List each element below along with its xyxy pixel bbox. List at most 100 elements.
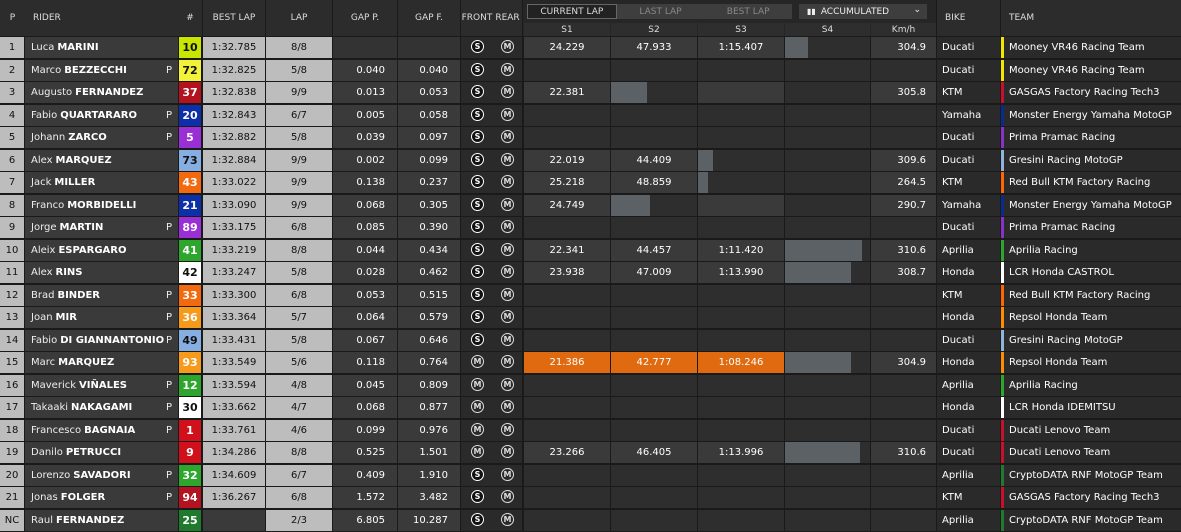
laps-cell: 6/7 xyxy=(266,104,332,126)
rider-name-cell[interactable]: Danilo PETRUCCI xyxy=(25,442,178,463)
rider-name-cell[interactable]: Fabio QUARTARARO P xyxy=(25,104,178,126)
rider-name-cell[interactable]: Alex MARQUEZ xyxy=(25,149,178,171)
table-row[interactable]: 2 Marco BEZZECCHI P 72 1:32.825 5/8 0.04… xyxy=(0,59,1181,82)
position-cell: 11 xyxy=(0,262,24,283)
gap-f-cell: 0.040 xyxy=(398,59,460,81)
live-timing-screen: P RIDER # BEST LAP LAP GAP P. GAP F. FRO… xyxy=(0,0,1181,531)
sector-3-cell: 1:13.990 xyxy=(698,262,784,283)
rear-tyre-icon: M xyxy=(501,467,514,481)
speed-cell xyxy=(871,59,936,81)
rider-name-cell[interactable]: Fabio DI GIANNANTONIO P xyxy=(25,329,178,351)
header-bike[interactable]: BIKE xyxy=(937,0,1000,36)
rider-name-cell[interactable]: Marco BEZZECCHI P xyxy=(25,59,178,81)
header-best-lap[interactable]: BEST LAP xyxy=(203,0,265,36)
rider-name-cell[interactable]: Jack MILLER xyxy=(25,172,178,193)
table-row[interactable]: 13 Joan MIR P 36 1:33.364 5/7 0.064 0.57… xyxy=(0,307,1181,329)
rider-first-name: Jorge xyxy=(31,222,57,233)
header-gap-f[interactable]: GAP F. xyxy=(398,0,460,36)
table-row[interactable]: 20 Lorenzo SAVADORI P 32 1:34.609 6/7 0.… xyxy=(0,464,1181,487)
rider-name-cell[interactable]: Johann ZARCO P xyxy=(25,127,178,148)
tab-best-lap[interactable]: BEST LAP xyxy=(704,4,792,19)
table-row[interactable]: NC Raul FERNANDEZ 25 2/3 6.805 10.287 S … xyxy=(0,509,1181,532)
rider-name-cell[interactable]: Marc MARQUEZ xyxy=(25,352,178,373)
table-row[interactable]: 12 Brad BINDER P 33 1:33.300 6/8 0.053 0… xyxy=(0,284,1181,307)
rear-tyre-icon: M xyxy=(501,332,514,346)
tyre-cell: S M xyxy=(461,172,522,193)
gap-p-cell: 0.028 xyxy=(333,262,397,283)
tab-last-lap[interactable]: LAST LAP xyxy=(617,4,705,19)
rider-name-cell[interactable]: Jonas FOLGER P xyxy=(25,487,178,508)
rider-name-cell[interactable]: Jorge MARTIN P xyxy=(25,217,178,238)
rear-tyre-icon: M xyxy=(501,62,514,76)
team-color-stripe xyxy=(1001,194,1004,216)
tab-current-lap[interactable]: CURRENT LAP xyxy=(527,4,617,19)
table-row[interactable]: 18 Francesco BAGNAIA P 1 1:33.761 4/6 0.… xyxy=(0,419,1181,442)
sector-3-progress-bar xyxy=(698,149,713,171)
header-rear[interactable]: REAR xyxy=(493,0,522,36)
rider-name-cell[interactable]: Lorenzo SAVADORI P xyxy=(25,464,178,486)
table-row[interactable]: 1 Luca MARINI 10 1:32.785 8/8 S M 24.229… xyxy=(0,37,1181,59)
sector-1-cell: 21.386 xyxy=(524,352,610,373)
rear-tyre-icon: M xyxy=(501,220,514,233)
bike-cell: Honda xyxy=(937,397,1000,418)
speed-cell xyxy=(871,509,936,531)
sector-3-time: 1:13.996 xyxy=(718,447,764,458)
penalty-badge: P xyxy=(165,312,172,323)
header-gap-p[interactable]: GAP P. xyxy=(333,0,397,36)
rear-tyre-icon: M xyxy=(501,265,514,278)
rider-name-cell[interactable]: Raul FERNANDEZ xyxy=(25,509,178,531)
rider-name-cell[interactable]: Brad BINDER P xyxy=(25,284,178,306)
header-number[interactable]: # xyxy=(178,0,202,36)
tyre-cell: M M xyxy=(461,374,522,396)
rider-name-cell[interactable]: Francesco BAGNAIA P xyxy=(25,419,178,441)
rider-first-name: Fabio xyxy=(31,334,58,346)
header-team[interactable]: TEAM xyxy=(1001,0,1181,36)
table-row[interactable]: 9 Jorge MARTIN P 89 1:33.175 6/8 0.085 0… xyxy=(0,217,1181,239)
bike-cell: Yamaha xyxy=(937,104,1000,126)
gap-p-cell: 0.040 xyxy=(333,59,397,81)
table-row[interactable]: 3 Augusto FERNANDEZ 37 1:32.838 9/9 0.01… xyxy=(0,82,1181,104)
rider-name-cell[interactable]: Augusto FERNANDEZ xyxy=(25,82,178,103)
rider-name-cell[interactable]: Joan MIR P xyxy=(25,307,178,328)
table-row[interactable]: 19 Danilo PETRUCCI 9 1:34.286 8/8 0.525 … xyxy=(0,442,1181,464)
table-row[interactable]: 17 Takaaki NAKAGAMI P 30 1:33.662 4/7 0.… xyxy=(0,397,1181,419)
header-position[interactable]: P xyxy=(0,0,25,36)
gap-f-cell: 0.434 xyxy=(398,239,460,261)
table-row[interactable]: 7 Jack MILLER 43 1:33.022 9/9 0.138 0.23… xyxy=(0,172,1181,194)
table-row[interactable]: 4 Fabio QUARTARARO P 20 1:32.843 6/7 0.0… xyxy=(0,104,1181,127)
sector-4-cell xyxy=(785,127,870,148)
rider-name-cell[interactable]: Maverick VIÑALES P xyxy=(25,374,178,396)
rider-first-name: Marco xyxy=(31,64,62,76)
rider-last-name: MARINI xyxy=(57,42,99,53)
rider-name-cell[interactable]: Luca MARINI xyxy=(25,37,178,58)
sector-3-cell xyxy=(698,397,784,418)
table-row[interactable]: 10 Aleix ESPARGARO 41 1:33.219 8/8 0.044… xyxy=(0,239,1181,262)
header-lap[interactable]: LAP xyxy=(266,0,332,36)
rider-first-name: Raul xyxy=(31,514,53,526)
bike-cell: Honda xyxy=(937,262,1000,283)
bike-cell: Aprilia xyxy=(937,374,1000,396)
table-row[interactable]: 5 Johann ZARCO P 5 1:32.882 5/8 0.039 0.… xyxy=(0,127,1181,149)
sector-mode-dropdown[interactable]: ▮▮ ACCUMULATED ⌄ xyxy=(799,4,927,19)
rider-name-cell[interactable]: Franco MORBIDELLI xyxy=(25,194,178,216)
sector-4-cell xyxy=(785,374,870,396)
header-rider[interactable]: RIDER xyxy=(25,0,178,36)
laps-cell: 8/8 xyxy=(266,239,332,261)
table-row[interactable]: 15 Marc MARQUEZ 93 1:33.549 5/6 0.118 0.… xyxy=(0,352,1181,374)
table-row[interactable]: 14 Fabio DI GIANNANTONIO P 49 1:33.431 5… xyxy=(0,329,1181,352)
table-row[interactable]: 21 Jonas FOLGER P 94 1:36.267 6/8 1.572 … xyxy=(0,487,1181,509)
team-name: Mooney VR46 Racing Team xyxy=(1009,64,1145,76)
laps-cell: 5/8 xyxy=(266,59,332,81)
rider-name-cell[interactable]: Alex RINS xyxy=(25,262,178,283)
table-row[interactable]: 6 Alex MARQUEZ 73 1:32.884 9/9 0.002 0.0… xyxy=(0,149,1181,172)
header-front[interactable]: FRONT xyxy=(461,0,493,36)
rider-name-cell[interactable]: Takaaki NAKAGAMI P xyxy=(25,397,178,418)
sector-2-cell xyxy=(611,329,697,351)
rider-first-name: Takaaki xyxy=(31,402,69,413)
table-row[interactable]: 11 Alex RINS 42 1:33.247 5/8 0.028 0.462… xyxy=(0,262,1181,284)
table-row[interactable]: 8 Franco MORBIDELLI 21 1:33.090 9/9 0.06… xyxy=(0,194,1181,217)
sector-3-cell xyxy=(698,464,784,486)
speed-cell: 304.9 xyxy=(871,37,936,58)
rider-name-cell[interactable]: Aleix ESPARGARO xyxy=(25,239,178,261)
table-row[interactable]: 16 Maverick VIÑALES P 12 1:33.594 4/8 0.… xyxy=(0,374,1181,397)
